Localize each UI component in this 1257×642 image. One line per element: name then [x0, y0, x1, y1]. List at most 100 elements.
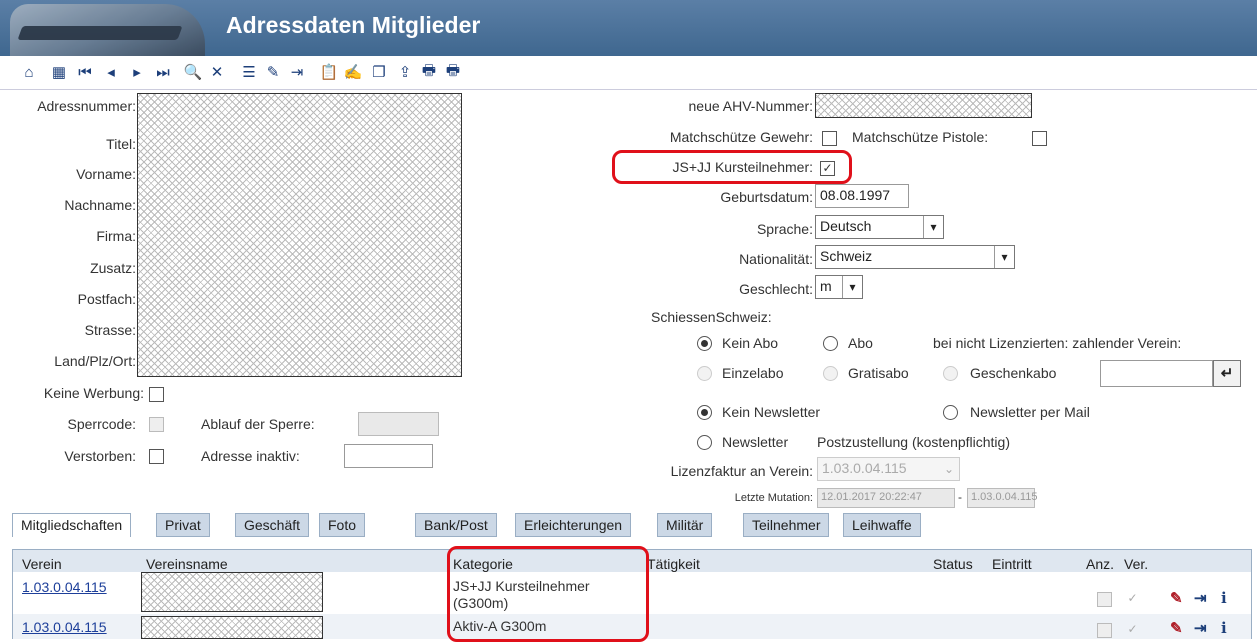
column-header-anz[interactable]: Anz. [1086, 556, 1114, 572]
last-record-icon[interactable]: ⏭ [152, 60, 174, 84]
column-header-verein[interactable]: Verein [22, 556, 62, 572]
toolbar: ⌂ ▦ ⏮ ◂ ▸ ⏭ 🔍 ✕ ☰ ✎ ⇥ 📋 ✍ ❐ ⇪ 🖶 🖶 [0, 56, 1257, 90]
row2-ver-checkbox[interactable]: ✓ [1125, 623, 1140, 638]
newsletter-mail-radio[interactable] [943, 405, 958, 420]
label-geschlecht: Geschlecht: [739, 281, 813, 297]
home-icon[interactable]: ⌂ [18, 60, 40, 84]
tab-teilnehmer[interactable]: Teilnehmer [743, 513, 830, 537]
label-sprache: Sprache: [756, 221, 813, 237]
tab-geschaeft[interactable]: Geschäft [235, 513, 310, 537]
zahlender-verein-field[interactable] [1100, 360, 1213, 387]
row2-export-icon[interactable]: ⇥ [1194, 619, 1207, 637]
select-record-icon[interactable]: ▦ [48, 60, 70, 84]
row1-edit-icon[interactable]: ✎ [1170, 589, 1183, 607]
label-adressnummer: Adressnummer: [37, 98, 136, 114]
new-copy-icon[interactable]: ❐ [368, 60, 390, 84]
row2-edit-icon[interactable]: ✎ [1170, 619, 1183, 637]
tab-militaer[interactable]: Militär [657, 513, 713, 537]
newsletter-radio[interactable] [697, 435, 712, 450]
label-gratisabo: Gratisabo [848, 365, 909, 381]
column-header-taetigkeit[interactable]: Tätigkeit [647, 556, 700, 572]
nationalitaet-select[interactable]: Schweiz ▾ [815, 245, 1015, 269]
geschlecht-select[interactable]: m ▾ [815, 275, 863, 299]
label-vorname: Vorname: [76, 166, 136, 182]
paste-icon[interactable]: 📋 [318, 60, 340, 84]
row1-info-icon[interactable]: i [1221, 589, 1227, 607]
row2-vereinsname-redacted [141, 616, 323, 639]
match-pistole-checkbox[interactable] [1032, 131, 1047, 146]
row2-anz-checkbox[interactable] [1097, 623, 1112, 638]
tab-privat[interactable]: Privat [156, 513, 210, 537]
next-record-icon[interactable]: ▸ [126, 60, 148, 84]
lookup-button[interactable]: ↵ [1213, 360, 1241, 387]
column-header-status[interactable]: Status [933, 556, 973, 572]
list-icon[interactable]: ☰ [238, 60, 260, 84]
row1-anz-checkbox[interactable] [1097, 592, 1112, 607]
label-ablauf-sperre: Ablauf der Sperre: [201, 416, 315, 432]
sperrcode-checkbox[interactable] [149, 417, 164, 432]
column-header-eintritt[interactable]: Eintritt [992, 556, 1032, 572]
search-icon[interactable]: 🔍 [182, 60, 204, 84]
kein-newsletter-radio[interactable] [697, 405, 712, 420]
chevron-down-icon: ⌄ [943, 462, 955, 476]
column-header-vereinsname[interactable]: Vereinsname [146, 556, 228, 572]
first-record-icon[interactable]: ⏮ [74, 60, 96, 84]
keine-werbung-checkbox[interactable] [149, 387, 164, 402]
einzelabo-radio[interactable] [697, 366, 712, 381]
chevron-down-icon: ▾ [923, 216, 943, 238]
abo-radio[interactable] [823, 336, 838, 351]
row1-export-icon[interactable]: ⇥ [1194, 589, 1207, 607]
export-icon[interactable]: ⇥ [286, 60, 308, 84]
sprache-select[interactable]: Deutsch ▾ [815, 215, 944, 239]
edit-record-icon[interactable]: ✎ [262, 60, 284, 84]
verstorben-checkbox[interactable] [149, 449, 164, 464]
app-header: Adressdaten Mitglieder [0, 0, 1257, 56]
label-zusatz: Zusatz: [90, 260, 136, 276]
label-lizenzfaktur: Lizenzfaktur an Verein: [670, 463, 813, 479]
label-einzelabo: Einzelabo [722, 365, 784, 381]
label-kein-abo: Kein Abo [722, 335, 779, 351]
print-icon[interactable]: 🖶 [418, 60, 440, 84]
tab-bank-post[interactable]: Bank/Post [415, 513, 497, 537]
ablauf-sperre-field[interactable] [358, 412, 439, 436]
row2-verein-link[interactable]: 1.03.0.04.115 [22, 619, 107, 635]
geburtsdatum-field[interactable]: 08.08.1997 [815, 184, 909, 208]
highlight-kategorie [447, 546, 649, 642]
label-geburtsdatum: Geburtsdatum: [720, 189, 813, 205]
print-list-icon[interactable]: 🖶 [442, 60, 464, 84]
sprache-value: Deutsch [820, 218, 872, 234]
adresse-inaktiv-field[interactable] [344, 444, 433, 468]
label-newsletter: Newsletter [722, 434, 789, 450]
upload-icon[interactable]: ⇪ [394, 60, 416, 84]
tab-foto[interactable]: Foto [319, 513, 366, 537]
lizenzfaktur-select[interactable]: 1.03.0.04.115 ⌄ [817, 457, 960, 481]
label-nachname: Nachname: [64, 197, 136, 213]
chevron-down-icon: ▾ [842, 276, 862, 298]
tab-erleichterungen[interactable]: Erleichterungen [515, 513, 632, 537]
label-ahv: neue AHV-Nummer: [688, 98, 814, 114]
ahv-number-field[interactable] [815, 93, 1032, 118]
row2-info-icon[interactable]: i [1221, 619, 1227, 637]
geschenkabo-radio[interactable] [943, 366, 958, 381]
label-titel: Titel: [106, 136, 136, 152]
gratisabo-radio[interactable] [823, 366, 838, 381]
geschlecht-value: m [820, 278, 832, 294]
label-letzte-mutation: Letzte Mutation: [734, 492, 813, 504]
tab-mitgliedschaften[interactable]: Mitgliedschaften [12, 513, 132, 537]
row1-verein-link[interactable]: 1.03.0.04.115 [22, 579, 107, 595]
tab-leihwaffe[interactable]: Leihwaffe [843, 513, 921, 537]
label-postzustellung: Postzustellung (kostenpflichtig) [817, 434, 1010, 450]
prev-record-icon[interactable]: ◂ [100, 60, 122, 84]
label-geschenkabo: Geschenkabo [970, 365, 1057, 381]
highlight-js-jj [612, 150, 852, 184]
kein-abo-radio[interactable] [697, 336, 712, 351]
edit-icon[interactable]: ✍ [342, 60, 364, 84]
label-kein-newsletter: Kein Newsletter [722, 404, 821, 420]
column-header-ver[interactable]: Ver. [1124, 556, 1148, 572]
redacted-address-fields [137, 93, 462, 377]
delete-icon[interactable]: ✕ [206, 60, 228, 84]
row1-ver-checkbox[interactable]: ✓ [1125, 592, 1140, 607]
match-gewehr-checkbox[interactable] [822, 131, 837, 146]
label-verstorben: Verstorben: [64, 448, 136, 464]
mutation-date-field: 12.01.2017 20:22:47 [817, 488, 955, 508]
